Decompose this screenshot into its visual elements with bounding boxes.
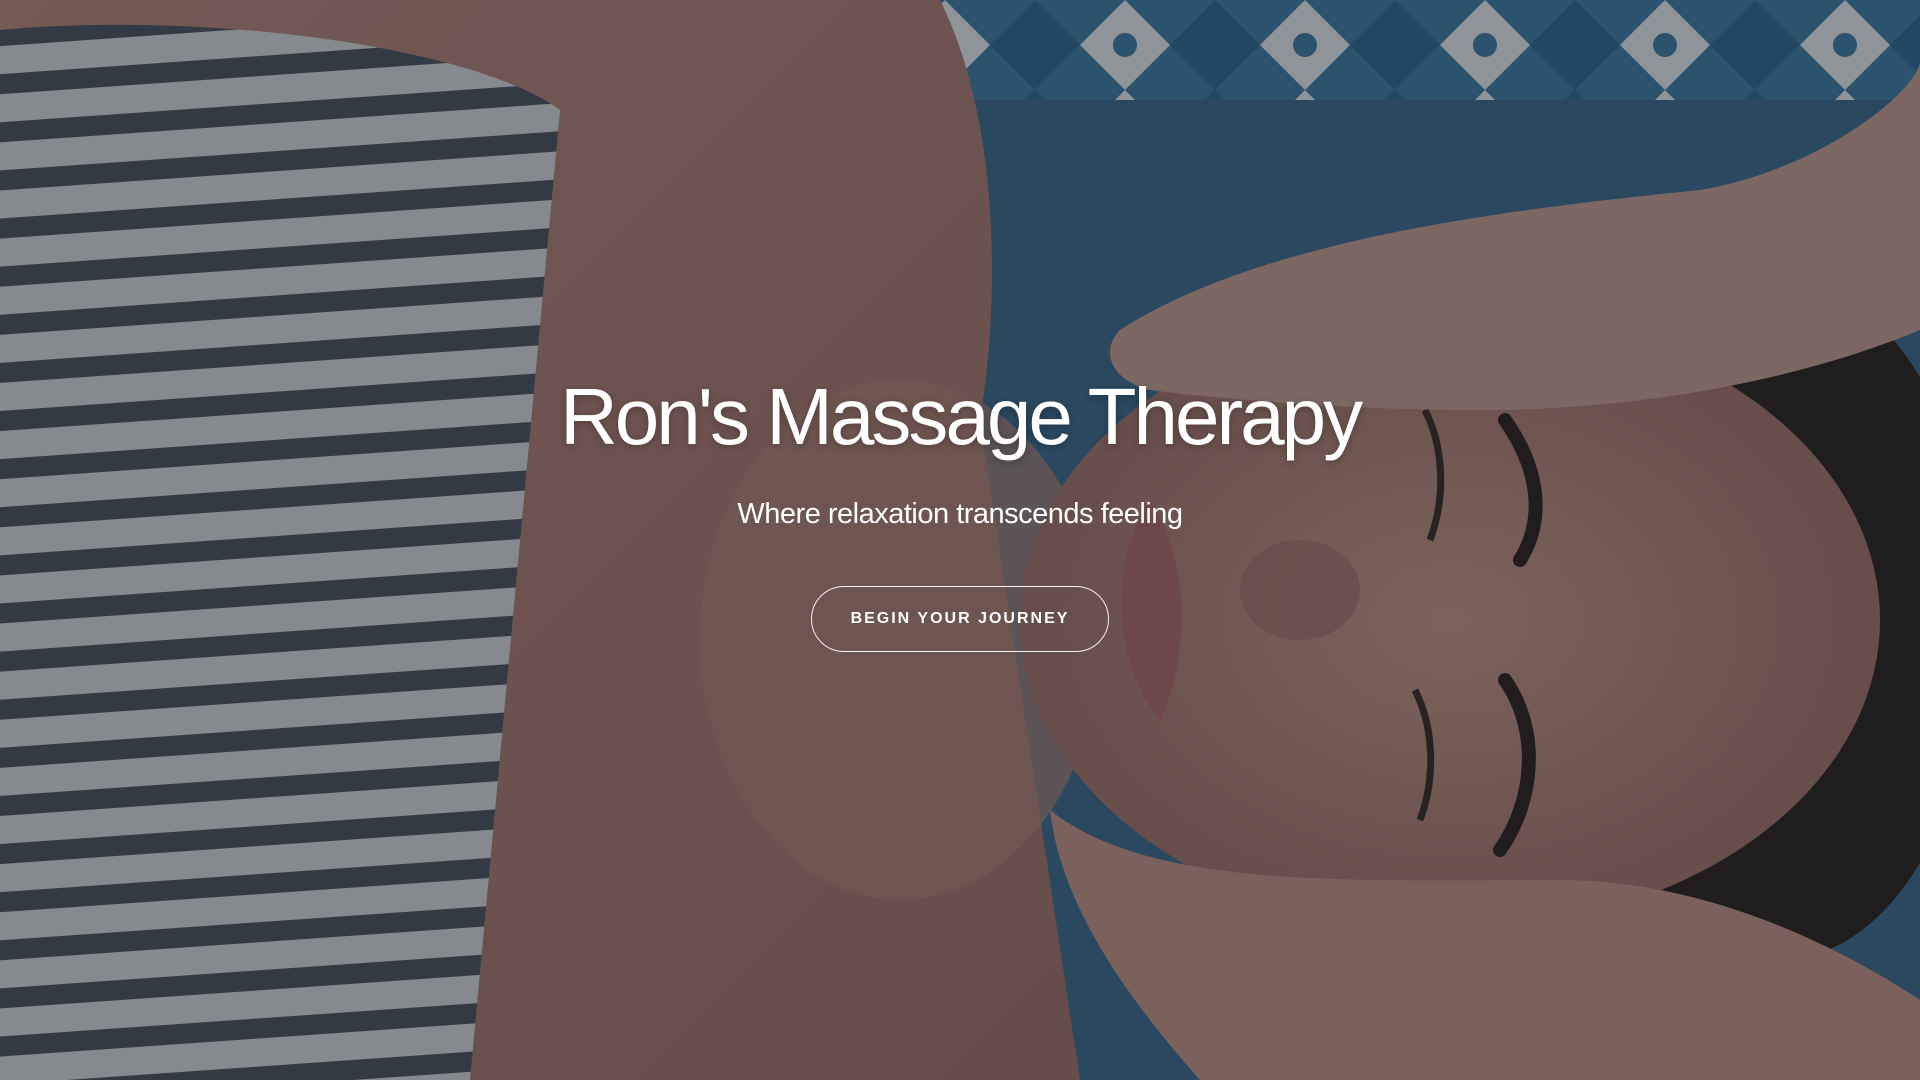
hero-content: Ron's Massage Therapy Where relaxation t… [0, 372, 1920, 652]
hero-section: Ron's Massage Therapy Where relaxation t… [0, 0, 1920, 1080]
site-title: Ron's Massage Therapy [559, 372, 1363, 461]
site-tagline: Where relaxation transcends feeling [737, 498, 1183, 530]
begin-journey-button[interactable]: BEGIN YOUR JOURNEY [811, 586, 1109, 652]
